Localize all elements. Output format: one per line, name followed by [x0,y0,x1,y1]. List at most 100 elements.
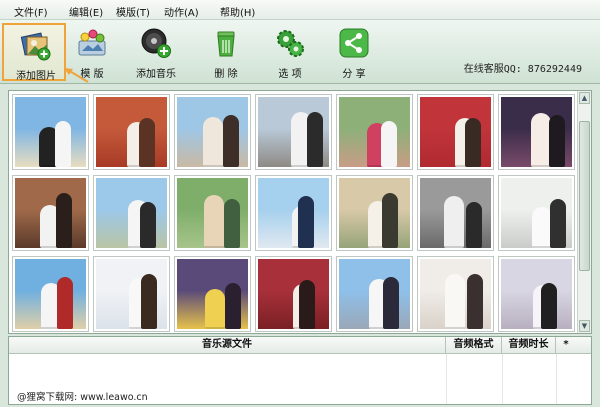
photo-thumbnail[interactable] [336,256,413,332]
arrow-icon [64,68,89,83]
add-image-icon [20,32,51,61]
photo-thumbnail[interactable] [12,256,89,332]
scroll-up-button[interactable]: ▲ [579,92,590,104]
photo-image [177,178,248,248]
photo-image [96,259,167,329]
photo-thumbnail[interactable] [417,94,494,170]
photo-image [258,97,329,167]
column-music-source[interactable]: 音乐源文件 [9,337,446,354]
delete-button[interactable]: 删 除 [194,23,258,81]
template-icon [78,29,106,56]
photo-figure [205,289,225,329]
gallery-scrollbar[interactable]: ▲ ▼ [577,91,591,333]
photo-figure [55,121,71,167]
photo-thumbnail[interactable] [498,256,575,332]
photo-image [177,97,248,167]
photo-image [258,178,329,248]
photo-image [420,259,491,329]
scroll-thumb[interactable] [579,121,590,271]
photo-figure [225,283,241,329]
trash-icon [217,31,235,57]
photo-thumbnail[interactable] [93,175,170,251]
photo-thumbnail[interactable] [174,175,251,251]
photo-image [96,97,167,167]
add-image-button[interactable]: 添加图片 [2,23,66,82]
photo-thumbnail[interactable] [12,175,89,251]
photo-gallery: ▲ ▼ [8,90,592,334]
photo-thumbnail[interactable] [336,94,413,170]
menu-action[interactable]: 动作(A) [164,4,199,19]
options-label: 选 项 [278,69,302,80]
photo-figure [467,274,483,329]
menu-help[interactable]: 帮助(H) [220,4,255,19]
photo-figure [550,199,566,248]
photo-figure [224,199,240,248]
photo-thumbnail[interactable] [255,256,332,332]
menu-template[interactable]: 模版(T) [116,4,150,19]
photo-thumbnail[interactable] [174,94,251,170]
photo-figure [204,195,224,248]
photo-thumbnail[interactable] [255,175,332,251]
photo-figure [381,121,397,167]
photo-figure [56,193,72,248]
photo-thumbnail[interactable] [174,256,251,332]
photo-figure [57,277,73,329]
photo-thumbnail[interactable] [93,94,170,170]
add-music-icon [141,28,171,58]
photo-image [258,259,329,329]
photo-figure [466,202,482,248]
gears-icon [277,30,304,57]
photo-image [177,259,248,329]
photo-figure [465,118,481,167]
online-service-qq[interactable]: 在线客服QQ: 876292449 [464,60,582,75]
photo-image [339,259,410,329]
menu-edit[interactable]: 编辑(E) [69,4,103,19]
photo-thumbnail[interactable] [498,175,575,251]
photo-image [501,178,572,248]
photo-thumbnail[interactable] [498,94,575,170]
photo-figure [307,112,323,167]
photo-figure [532,207,552,248]
column-divider [446,354,447,404]
photo-figure [203,117,223,167]
watermark: @狸窝下载网: www.leawo.cn [17,392,148,403]
photo-thumbnail[interactable] [255,94,332,170]
photo-figure [139,118,155,167]
share-label: 分 享 [342,69,366,80]
photo-figure [444,196,464,248]
photo-figure [445,274,465,329]
share-button[interactable]: 分 享 [322,23,386,81]
photo-figure [541,283,557,329]
share-icon [339,28,369,58]
photo-figure [549,115,565,167]
add-image-label: 添加图片 [16,71,56,82]
column-audio-format[interactable]: 音频格式 [446,337,502,354]
options-button[interactable]: 选 项 [258,23,322,81]
photo-thumbnail[interactable] [417,175,494,251]
delete-label: 删 除 [214,69,238,80]
photo-figure [298,196,314,248]
photo-image [501,97,572,167]
photo-image [501,259,572,329]
column-divider [502,354,503,404]
music-list-header: 音乐源文件 音频格式 音频时长 * [9,337,591,354]
column-star[interactable]: * [556,337,576,354]
photo-image [420,178,491,248]
photo-thumbnail[interactable] [93,256,170,332]
photo-figure [383,277,399,329]
photo-thumbnail[interactable] [336,175,413,251]
column-audio-duration[interactable]: 音频时长 [502,337,556,354]
toolbar: 添加图片 模 版 添加音乐 删 除 选 项 分 享 在线客服QQ: 876292… [0,20,600,84]
photo-image [15,178,86,248]
scroll-down-button[interactable]: ▼ [579,320,590,332]
music-list: 音乐源文件 音频格式 音频时长 * @狸窝下载网: www.leawo.cn [8,336,592,405]
menu-file[interactable]: 文件(F) [14,4,48,19]
photo-image [339,97,410,167]
photo-thumbnail[interactable] [417,256,494,332]
photo-image [420,97,491,167]
add-music-button[interactable]: 添加音乐 [124,23,188,81]
column-divider [556,354,557,404]
add-music-label: 添加音乐 [136,69,176,80]
menu-bar: 文件(F) 编辑(E) 模版(T) 动作(A) 帮助(H) [0,0,600,20]
photo-thumbnail[interactable] [12,94,89,170]
